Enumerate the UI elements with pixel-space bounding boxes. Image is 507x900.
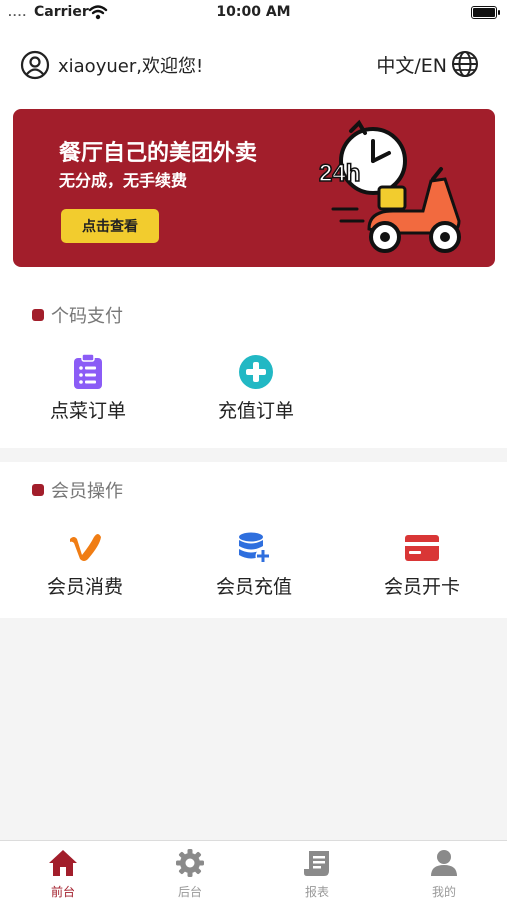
tab-front-desk[interactable]: 前台 bbox=[0, 841, 126, 900]
tile-dish-orders[interactable]: 点菜订单 bbox=[28, 352, 148, 432]
status-bar: .... Carrier 10:00 AM bbox=[0, 0, 507, 26]
user-greeting[interactable]: xiaoyuer,欢迎您! bbox=[20, 48, 203, 82]
home-icon bbox=[49, 850, 77, 876]
clipboard-list-icon bbox=[74, 354, 102, 389]
section-marker bbox=[32, 309, 44, 321]
tab-label: 后台 bbox=[177, 885, 202, 899]
header: xiaoyuer,欢迎您! 中文/EN 餐厅自己的美团外卖 无分成，无手续费 点… bbox=[0, 26, 507, 300]
section-title-text: 会员操作 bbox=[51, 481, 123, 502]
tile-recharge-orders[interactable]: 充值订单 bbox=[196, 352, 316, 432]
section-title-text: 个码支付 bbox=[51, 306, 123, 327]
report-icon bbox=[304, 851, 329, 876]
credit-card-icon bbox=[405, 535, 439, 561]
v-logo-icon bbox=[70, 534, 101, 561]
tab-label: 报表 bbox=[304, 885, 329, 899]
section-title: 会员操作 bbox=[32, 477, 123, 503]
member-operations-section: 会员操作 会员消费 会员充值 会员开卡 bbox=[0, 462, 507, 618]
globe-icon bbox=[452, 51, 478, 77]
tab-label: 前台 bbox=[50, 885, 75, 899]
plus-circle-icon bbox=[239, 355, 273, 389]
view-details-button[interactable]: 点击查看 bbox=[61, 209, 159, 243]
tab-reports[interactable]: 报表 bbox=[254, 841, 380, 900]
tile-label: 充值订单 bbox=[217, 400, 294, 422]
tile-label: 点菜订单 bbox=[49, 400, 126, 422]
user-circle-icon bbox=[20, 50, 50, 80]
tile-label: 会员开卡 bbox=[383, 576, 460, 598]
user-icon bbox=[431, 850, 457, 876]
welcome-text: xiaoyuer,欢迎您! bbox=[58, 56, 204, 77]
tile-label: 会员充值 bbox=[215, 576, 292, 598]
gear-icon bbox=[176, 849, 204, 877]
tab-label: 我的 bbox=[431, 885, 456, 899]
section-marker bbox=[32, 484, 44, 496]
qr-payment-section: 个码支付 点菜订单 充值订单 bbox=[0, 282, 507, 448]
delivery-scooter-icon: 24h bbox=[318, 119, 461, 253]
tile-member-recharge[interactable]: 会员充值 bbox=[194, 528, 314, 608]
24h-badge: 24h bbox=[319, 160, 360, 187]
promo-banner[interactable]: 餐厅自己的美团外卖 无分成，无手续费 点击查看 24h bbox=[13, 109, 495, 267]
section-title: 个码支付 bbox=[32, 302, 123, 328]
language-switch[interactable]: 中文/EN bbox=[376, 50, 479, 78]
banner-title: 餐厅自己的美团外卖 bbox=[59, 141, 258, 166]
database-plus-icon bbox=[239, 532, 271, 564]
tile-member-open-card[interactable]: 会员开卡 bbox=[362, 528, 482, 608]
tile-member-consumption[interactable]: 会员消费 bbox=[25, 528, 145, 608]
tab-bar: 前台 后台 报表 我的 bbox=[0, 840, 507, 900]
tab-mine[interactable]: 我的 bbox=[381, 841, 507, 900]
tab-back-office[interactable]: 后台 bbox=[127, 841, 253, 900]
banner-subtitle: 无分成，无手续费 bbox=[59, 171, 188, 190]
battery-icon bbox=[471, 6, 500, 19]
language-label: 中文/EN bbox=[376, 54, 447, 77]
tile-label: 会员消费 bbox=[46, 576, 123, 598]
clock: 10:00 AM bbox=[216, 4, 291, 20]
